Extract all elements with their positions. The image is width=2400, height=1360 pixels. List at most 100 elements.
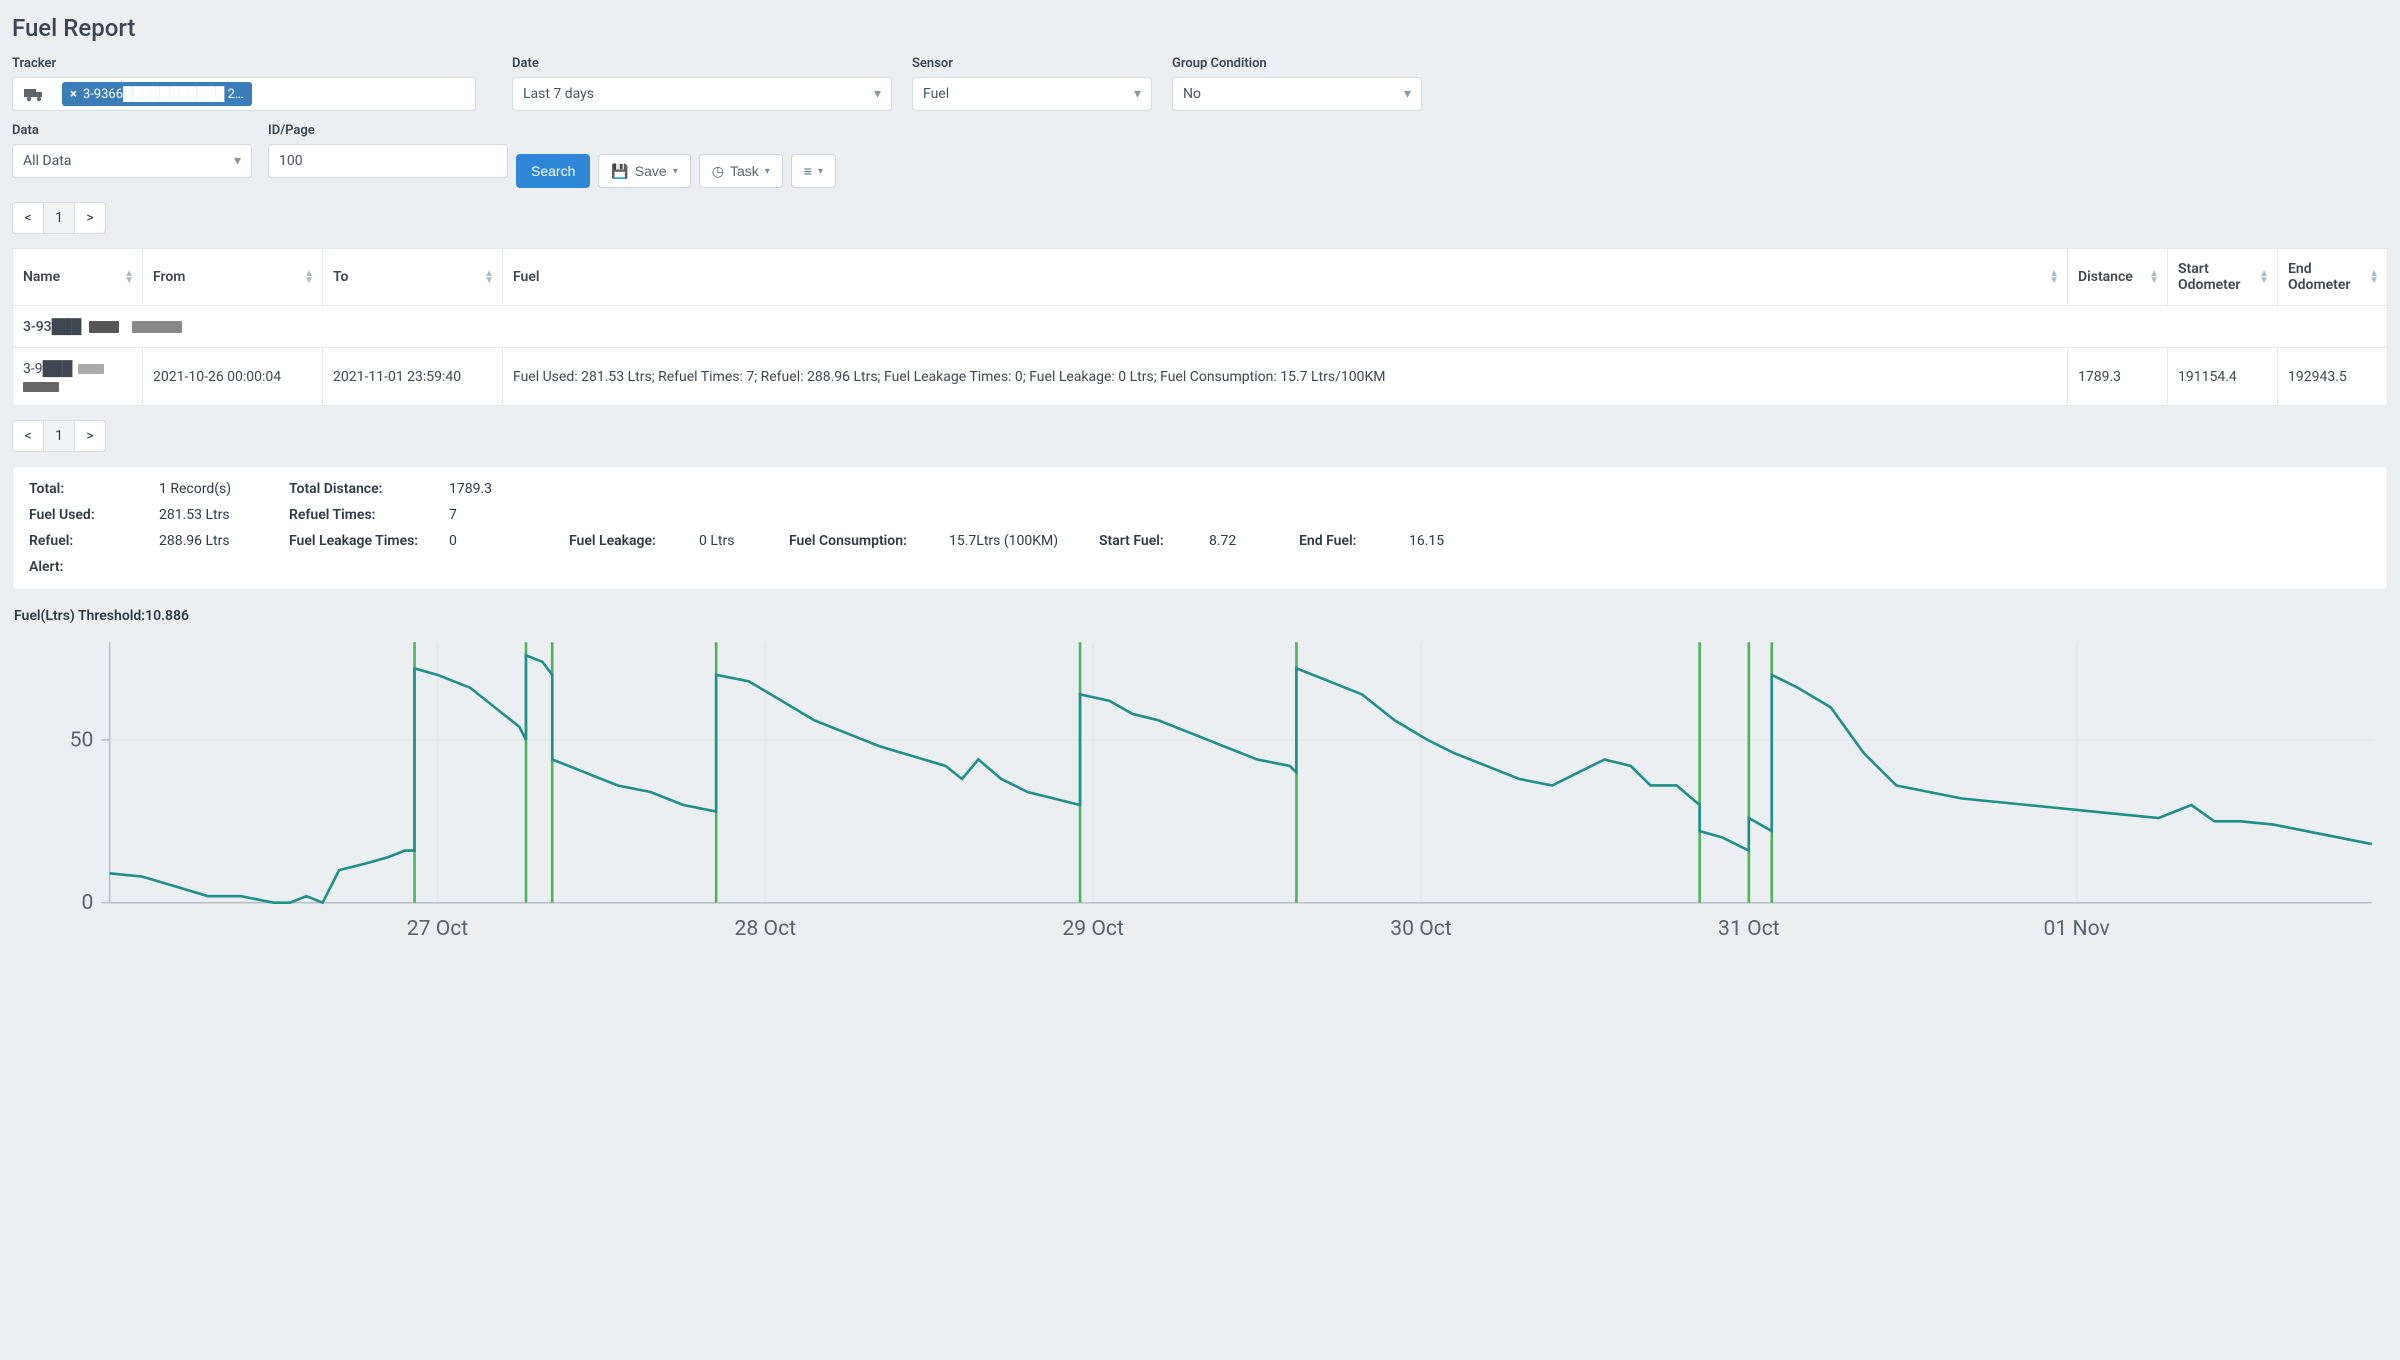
sort-icon: ▲▼ (2259, 270, 2269, 284)
task-button[interactable]: ◷ Task ▾ (699, 154, 783, 188)
svg-text:01 Nov: 01 Nov (2044, 916, 2110, 941)
close-icon[interactable]: × (70, 87, 77, 102)
svg-text:28 Oct: 28 Oct (735, 916, 797, 941)
idpage-label: ID/Page (268, 123, 508, 138)
data-label: Data (12, 123, 252, 138)
pager-top: < 1 > (12, 202, 2388, 234)
sort-icon: ▲▼ (484, 270, 494, 284)
summary-panel: Total: 1 Record(s) Total Distance: 1789.… (12, 466, 2388, 590)
table-row: 3-9███ 2021-10-26 00:00:04 2021-11-01 23… (13, 348, 2388, 406)
save-icon: 💾 (611, 163, 628, 180)
summary-fc-value: 15.7Ltrs (100KM) (949, 533, 1089, 549)
page-title: Fuel Report (12, 14, 2388, 42)
cell-to: 2021-11-01 23:59:40 (323, 348, 503, 406)
svg-text:50: 50 (70, 727, 94, 752)
summary-sf-value: 8.72 (1209, 533, 1289, 549)
summary-flt-label: Fuel Leakage Times: (289, 533, 439, 549)
summary-rf-value: 288.96 Ltrs (159, 533, 279, 549)
summary-fc-label: Fuel Consumption: (789, 533, 939, 549)
table-group-name: 3-93███ (23, 319, 81, 335)
sort-icon: ▲▼ (2149, 270, 2159, 284)
summary-ef-value: 16.15 (1409, 533, 1489, 549)
idpage-input[interactable]: 100 (268, 144, 508, 178)
summary-fu-label: Fuel Used: (29, 507, 149, 523)
summary-td-value: 1789.3 (449, 481, 559, 497)
tracker-tag-text: 3-9366███████████ 2… (83, 86, 244, 102)
truck-icon (12, 77, 56, 111)
chevron-down-icon: ▾ (673, 166, 678, 177)
summary-alert-label: Alert: (29, 559, 149, 575)
pager-next[interactable]: > (74, 420, 106, 452)
chevron-down-icon: ▾ (874, 86, 881, 102)
clock-icon: ◷ (712, 163, 724, 180)
pager-prev[interactable]: < (12, 420, 44, 452)
group-select[interactable]: No ▾ (1172, 77, 1422, 111)
summary-fu-value: 281.53 Ltrs (159, 507, 279, 523)
summary-ef-label: End Fuel: (1299, 533, 1399, 549)
sort-icon: ▲▼ (2049, 270, 2059, 284)
redacted-text (23, 382, 59, 392)
cell-start-odo: 191154.4 (2168, 348, 2278, 406)
col-name[interactable]: Name▲▼ (13, 249, 143, 306)
redacted-text (132, 321, 182, 333)
summary-rt-label: Refuel Times: (289, 507, 439, 523)
pager-prev[interactable]: < (12, 202, 44, 234)
redacted-text (89, 321, 119, 333)
cell-distance: 1789.3 (2068, 348, 2168, 406)
summary-total-value: 1 Record(s) (159, 481, 279, 497)
chevron-down-icon: ▾ (818, 166, 823, 177)
filter-bar: Tracker × 3-9366███████████ 2… Date Last… (12, 56, 2388, 121)
date-label: Date (512, 56, 892, 71)
svg-text:0: 0 (81, 890, 93, 915)
svg-text:30 Oct: 30 Oct (1390, 916, 1452, 941)
tracker-tag[interactable]: × 3-9366███████████ 2… (62, 82, 252, 106)
col-start-odo[interactable]: Start Odometer▲▼ (2168, 249, 2278, 306)
summary-total-label: Total: (29, 481, 149, 497)
col-fuel[interactable]: Fuel▲▼ (503, 249, 2068, 306)
sensor-label: Sensor (912, 56, 1152, 71)
summary-td-label: Total Distance: (289, 481, 439, 497)
redacted-text (78, 364, 104, 374)
cell-fuel: Fuel Used: 281.53 Ltrs; Refuel Times: 7;… (503, 348, 2068, 406)
more-menu-button[interactable]: ≡ ▾ (791, 154, 836, 188)
col-distance[interactable]: Distance▲▼ (2068, 249, 2168, 306)
cell-end-odo: 192943.5 (2278, 348, 2388, 406)
svg-text:29 Oct: 29 Oct (1062, 916, 1124, 941)
date-select[interactable]: Last 7 days ▾ (512, 77, 892, 111)
summary-fl-value: 0 Ltrs (699, 533, 779, 549)
menu-icon: ≡ (804, 163, 812, 179)
pager-next[interactable]: > (74, 202, 106, 234)
svg-text:27 Oct: 27 Oct (407, 916, 469, 941)
summary-sf-label: Start Fuel: (1099, 533, 1199, 549)
col-to[interactable]: To▲▼ (323, 249, 503, 306)
chevron-down-icon: ▾ (1404, 86, 1411, 102)
pager-page[interactable]: 1 (43, 202, 75, 234)
summary-rf-label: Refuel: (29, 533, 149, 549)
chart-title: Fuel(Ltrs) Threshold:10.886 (14, 608, 2388, 624)
sort-icon: ▲▼ (124, 270, 134, 284)
sensor-select[interactable]: Fuel ▾ (912, 77, 1152, 111)
sort-icon: ▲▼ (2369, 270, 2379, 284)
data-select[interactable]: All Data ▾ (12, 144, 252, 178)
pager-page[interactable]: 1 (43, 420, 75, 452)
tracker-label: Tracker (12, 56, 492, 71)
report-table: Name▲▼ From▲▼ To▲▼ Fuel▲▼ Distance▲▼ Sta… (12, 248, 2388, 406)
table-group-row: 3-93███ (13, 306, 2388, 348)
chevron-down-icon: ▾ (1134, 86, 1141, 102)
search-button[interactable]: Search (516, 154, 590, 188)
col-from[interactable]: From▲▼ (143, 249, 323, 306)
sort-icon: ▲▼ (304, 270, 314, 284)
svg-text:31 Oct: 31 Oct (1718, 916, 1780, 941)
chevron-down-icon: ▾ (765, 166, 770, 177)
pager-bottom: < 1 > (12, 420, 2388, 452)
filter-bar-2: Data All Data ▾ ID/Page 100 Search 💾 Sav… (12, 123, 2388, 188)
group-label: Group Condition (1172, 56, 1422, 71)
fuel-chart: 0 50 27 Oct 28 Oct 29 Oct 30 Oct 31 Oct 01 Nov (12, 626, 2388, 951)
col-end-odo[interactable]: End Odometer▲▼ (2278, 249, 2388, 306)
save-button[interactable]: 💾 Save ▾ (598, 154, 690, 188)
summary-fl-label: Fuel Leakage: (569, 533, 689, 549)
cell-from: 2021-10-26 00:00:04 (143, 348, 323, 406)
chevron-down-icon: ▾ (234, 153, 241, 169)
tracker-input[interactable]: × 3-9366███████████ 2… (56, 77, 476, 111)
cell-name: 3-9███ (23, 361, 72, 377)
